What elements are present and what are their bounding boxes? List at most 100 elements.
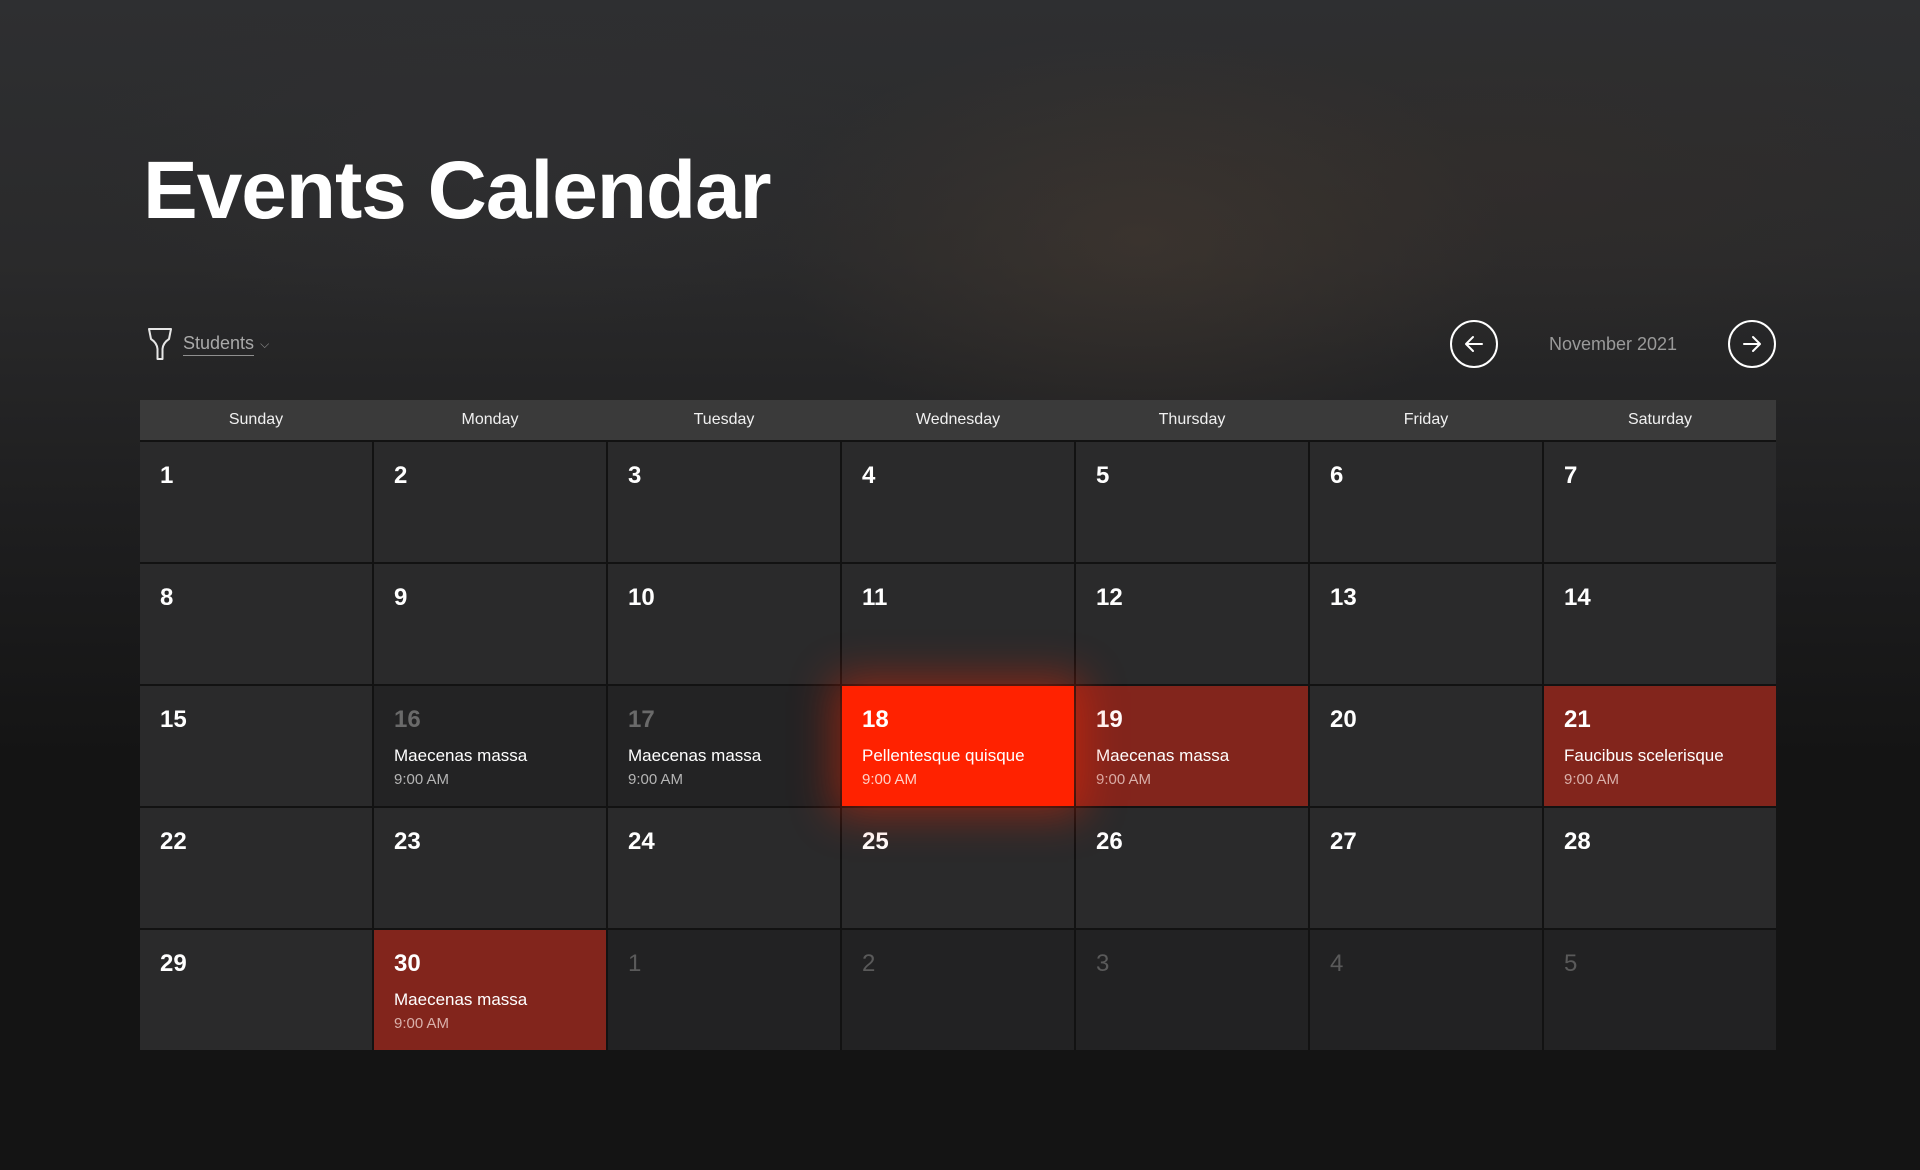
event-title[interactable]: Maecenas massa: [1096, 746, 1288, 766]
day-cell[interactable]: 25: [842, 808, 1074, 928]
day-number: 27: [1330, 828, 1357, 855]
day-number: 25: [862, 828, 889, 855]
day-number: 23: [394, 828, 421, 855]
event-title[interactable]: Pellentesque quisque: [862, 746, 1054, 766]
weekday-saturday: Saturday: [1544, 400, 1776, 440]
day-cell[interactable]: 5: [1544, 930, 1776, 1050]
day-number: 20: [1330, 706, 1357, 733]
day-cell[interactable]: 14: [1544, 564, 1776, 684]
day-number: 26: [1096, 828, 1123, 855]
day-number: 11: [862, 584, 888, 611]
day-cell[interactable]: 7: [1544, 442, 1776, 562]
day-cell[interactable]: 1: [608, 930, 840, 1050]
prev-month-button[interactable]: [1450, 320, 1498, 368]
day-cell[interactable]: 18 Pellentesque quisque 9:00 AM: [842, 686, 1074, 806]
day-number: 29: [160, 950, 187, 977]
day-cell[interactable]: 5: [1076, 442, 1308, 562]
day-number: 19: [1096, 706, 1123, 733]
day-number: 16: [394, 706, 421, 733]
day-number: 4: [1330, 950, 1344, 977]
day-number: 3: [1096, 950, 1110, 977]
day-number: 28: [1564, 828, 1591, 855]
event-title[interactable]: Maecenas massa: [394, 990, 586, 1010]
event-time: 9:00 AM: [394, 1015, 450, 1033]
day-cell[interactable]: 22: [140, 808, 372, 928]
weekday-sunday: Sunday: [140, 400, 372, 440]
next-month-button[interactable]: [1728, 320, 1776, 368]
day-number: 12: [1096, 584, 1123, 611]
day-number: 9: [394, 584, 408, 611]
day-number: 1: [160, 462, 174, 489]
weekday-monday: Monday: [374, 400, 606, 440]
day-number: 10: [628, 584, 655, 611]
month-navigation: November 2021: [1450, 320, 1776, 368]
event-time: 9:00 AM: [1564, 771, 1620, 789]
event-time: 9:00 AM: [862, 771, 918, 789]
event-time: 9:00 AM: [394, 771, 450, 789]
event-title[interactable]: Maecenas massa: [394, 746, 586, 766]
day-number: 18: [862, 706, 889, 733]
day-cell[interactable]: 30 Maecenas massa 9:00 AM: [374, 930, 606, 1050]
day-cell[interactable]: 1: [140, 442, 372, 562]
day-number: 1: [628, 950, 642, 977]
day-number: 3: [628, 462, 642, 489]
audience-filter[interactable]: Students ⌵: [147, 326, 269, 362]
day-number: 6: [1330, 462, 1344, 489]
day-cell[interactable]: 9: [374, 564, 606, 684]
day-number: 17: [628, 706, 655, 733]
funnel-icon: [148, 328, 172, 360]
calendar: Sunday Monday Tuesday Wednesday Thursday…: [140, 400, 1776, 1050]
day-number: 4: [862, 462, 876, 489]
day-cell[interactable]: 20: [1310, 686, 1542, 806]
day-cell[interactable]: 3: [608, 442, 840, 562]
day-cell[interactable]: 2: [842, 930, 1074, 1050]
day-cell[interactable]: 12: [1076, 564, 1308, 684]
day-cell[interactable]: 6: [1310, 442, 1542, 562]
day-number: 15: [160, 706, 187, 733]
day-grid: 1 2 3 4 5 6 7 8 9 10 11 12 13 14 15 16 Maecenas massa 9:0…: [140, 440, 1776, 1050]
day-cell[interactable]: 16 Maecenas massa 9:00 AM: [374, 686, 606, 806]
page-title: Events Calendar: [143, 145, 772, 236]
current-month-label: November 2021: [1548, 333, 1678, 354]
day-cell[interactable]: 21 Faucibus scelerisque 9:00 AM: [1544, 686, 1776, 806]
weekday-header: Sunday Monday Tuesday Wednesday Thursday…: [140, 400, 1776, 440]
day-cell[interactable]: 15: [140, 686, 372, 806]
day-cell[interactable]: 19 Maecenas massa 9:00 AM: [1076, 686, 1308, 806]
day-number: 24: [628, 828, 655, 855]
day-cell[interactable]: 2: [374, 442, 606, 562]
arrow-left-icon: [1465, 336, 1483, 352]
day-cell[interactable]: 27: [1310, 808, 1542, 928]
day-number: 5: [1564, 950, 1578, 977]
chevron-down-icon: ⌵: [260, 336, 270, 351]
day-number: 30: [394, 950, 421, 977]
day-cell[interactable]: 28: [1544, 808, 1776, 928]
event-time: 9:00 AM: [628, 771, 684, 789]
day-cell[interactable]: 11: [842, 564, 1074, 684]
day-cell[interactable]: 8: [140, 564, 372, 684]
day-cell[interactable]: 24: [608, 808, 840, 928]
day-number: 13: [1330, 584, 1357, 611]
day-number: 22: [160, 828, 187, 855]
weekday-wednesday: Wednesday: [842, 400, 1074, 440]
day-cell[interactable]: 29: [140, 930, 372, 1050]
filter-label[interactable]: Students: [183, 333, 255, 356]
day-cell[interactable]: 26: [1076, 808, 1308, 928]
day-cell[interactable]: 13: [1310, 564, 1542, 684]
day-cell[interactable]: 17 Maecenas massa 9:00 AM: [608, 686, 840, 806]
day-number: 21: [1564, 706, 1591, 733]
day-cell[interactable]: 3: [1076, 930, 1308, 1050]
day-number: 2: [394, 462, 408, 489]
weekday-thursday: Thursday: [1076, 400, 1308, 440]
day-cell[interactable]: 4: [1310, 930, 1542, 1050]
event-time: 9:00 AM: [1096, 771, 1152, 789]
arrow-right-icon: [1743, 336, 1761, 352]
day-number: 2: [862, 950, 876, 977]
day-number: 8: [160, 584, 174, 611]
day-number: 14: [1564, 584, 1591, 611]
event-title[interactable]: Maecenas massa: [628, 746, 820, 766]
day-number: 5: [1096, 462, 1110, 489]
event-title[interactable]: Faucibus scelerisque: [1564, 746, 1756, 766]
day-cell[interactable]: 4: [842, 442, 1074, 562]
day-cell[interactable]: 10: [608, 564, 840, 684]
day-cell[interactable]: 23: [374, 808, 606, 928]
